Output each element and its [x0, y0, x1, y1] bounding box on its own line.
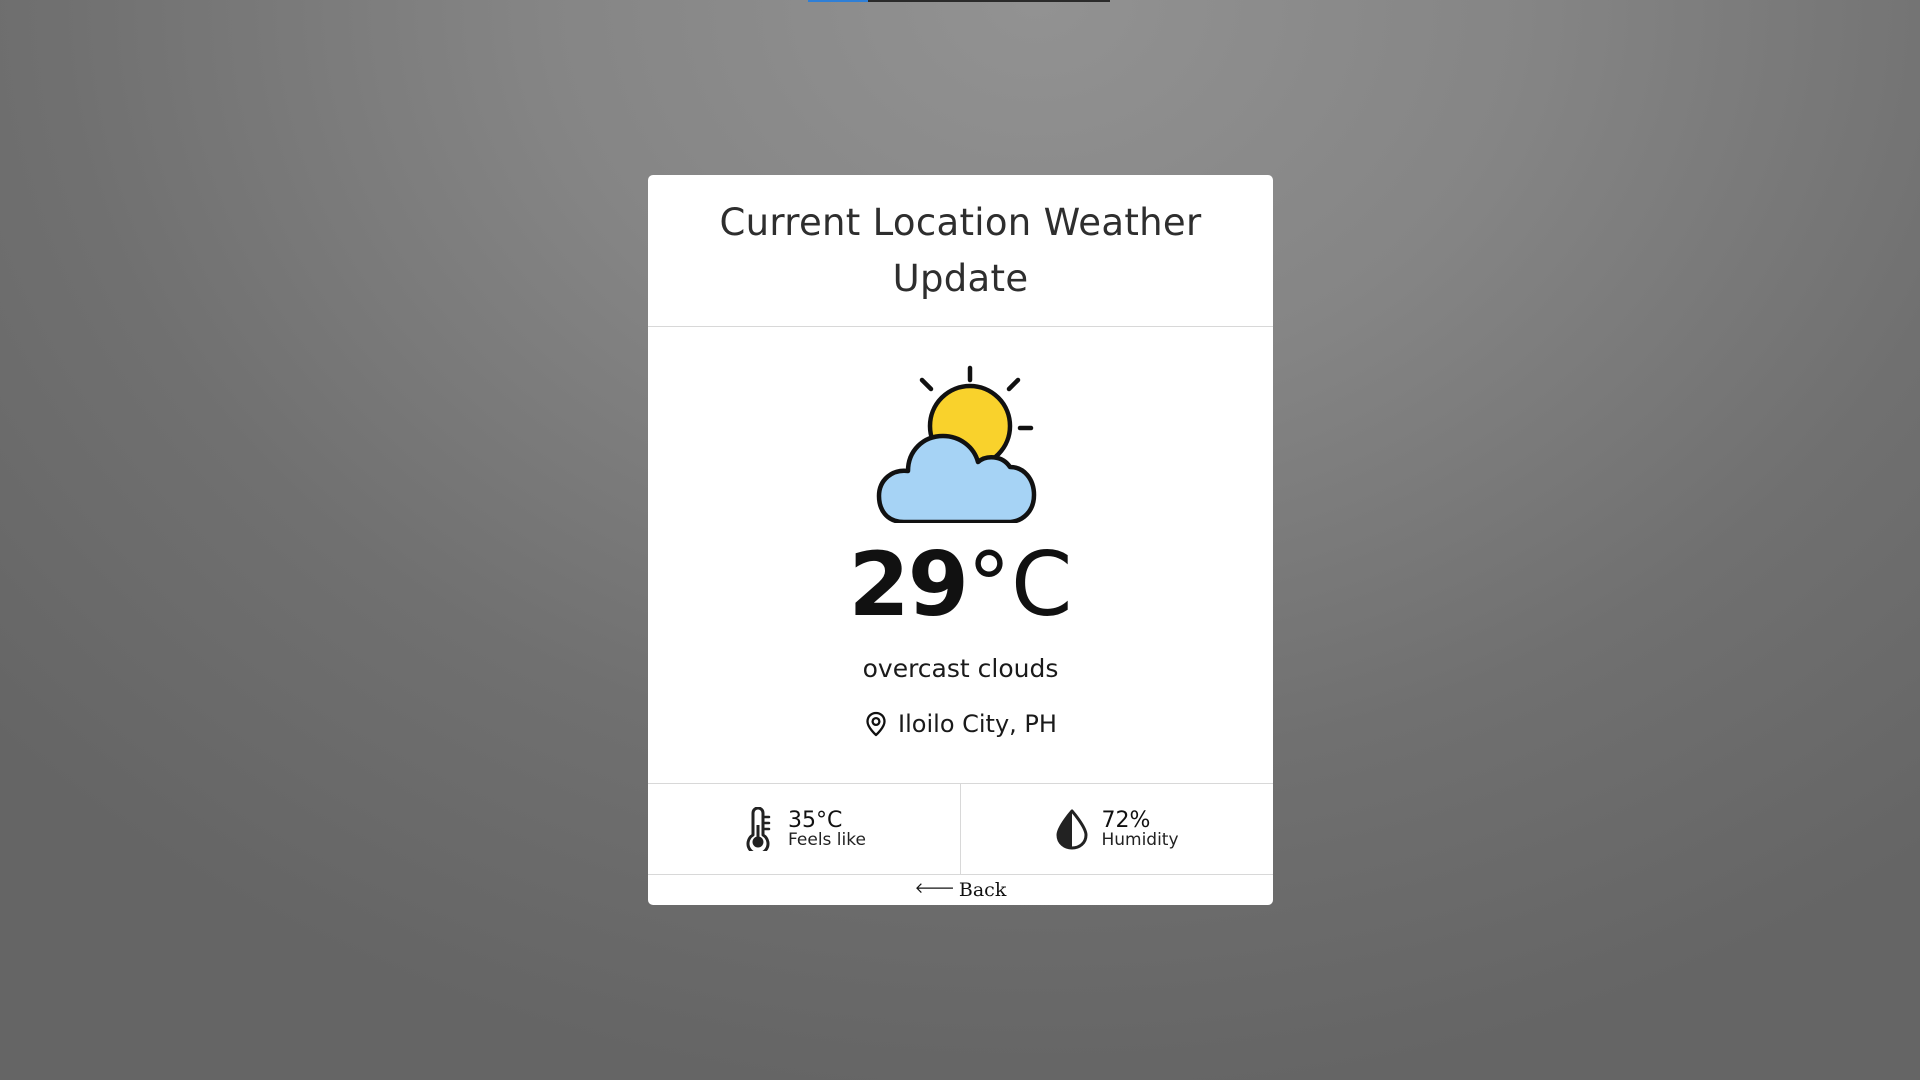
feels-like-label: Feels like — [788, 829, 866, 850]
thermometer-icon — [746, 807, 771, 851]
humidity-stat: 72% Humidity — [960, 784, 1273, 874]
partly-cloudy-icon — [876, 365, 1037, 523]
feels-like-values: 35°C Feels like — [788, 807, 866, 850]
feels-like-stat: 35°C Feels like — [648, 784, 960, 874]
weather-description: overcast clouds — [862, 654, 1059, 683]
humidity-value: 72% — [1101, 807, 1151, 833]
stats-row: 35°C Feels like 72% Humidity — [648, 783, 1273, 875]
location-text: Iloilo City, PH — [898, 710, 1057, 738]
location-pin-icon — [866, 711, 886, 737]
feels-like-value: 35°C — [788, 807, 843, 833]
arrow-left-icon: 🡐 — [914, 878, 955, 897]
humidity-label: Humidity — [1101, 829, 1179, 850]
temperature-unit: °C — [967, 533, 1073, 636]
back-button-label: Back — [958, 879, 1007, 901]
card-header: Current Location Weather Update — [648, 175, 1273, 327]
location: Iloilo City, PH — [648, 707, 1273, 741]
humidity-drop-icon — [1056, 809, 1088, 850]
page-title: Current Location Weather Update — [719, 200, 1202, 300]
top-progress-bar — [808, 0, 1110, 2]
temperature-display: 29°C — [648, 530, 1273, 640]
top-progress-fill — [808, 0, 869, 2]
card-body: 29°C overcast clouds Iloilo City, PH — [648, 327, 1273, 783]
temperature-value: 29 — [848, 533, 969, 636]
weather-card: Current Location Weather Update 29°C ove… — [648, 175, 1273, 905]
back-row: 🡐 Back — [648, 875, 1273, 905]
back-button[interactable]: 🡐 Back — [915, 879, 1007, 901]
humidity-values: 72% Humidity — [1101, 807, 1179, 850]
